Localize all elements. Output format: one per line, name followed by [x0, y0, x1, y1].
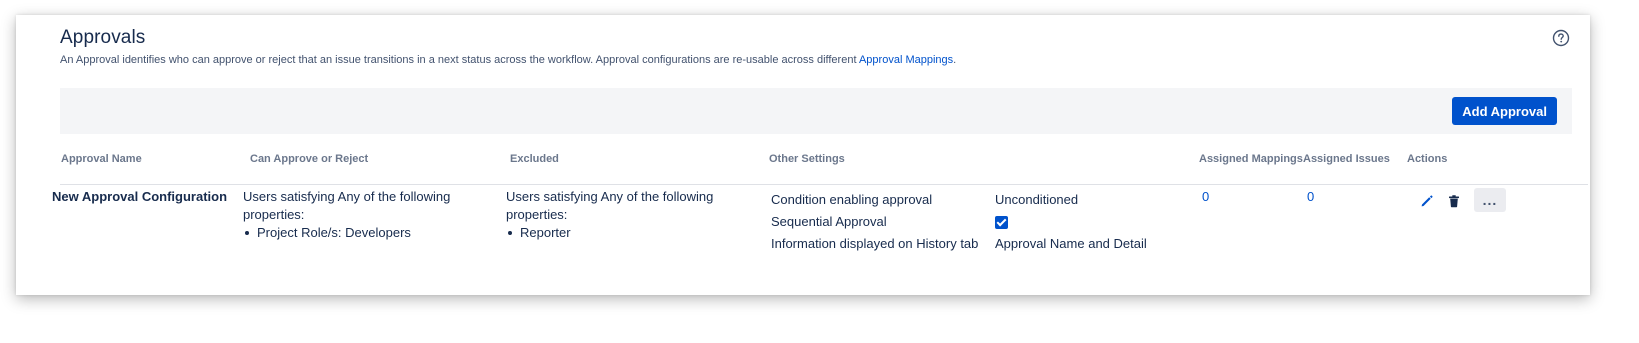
settings-row: Information displayed on History tab App… [771, 233, 1147, 255]
column-header-assigned-issues: Assigned Issues [1303, 153, 1390, 165]
list-item: Reporter [506, 224, 736, 242]
sequential-approval-checkbox[interactable] [995, 215, 1008, 229]
assigned-mappings-link[interactable]: 0 [1202, 188, 1209, 206]
description-end: . [953, 54, 957, 66]
column-header-other-settings: Other Settings [769, 153, 845, 165]
header-divider [60, 184, 1588, 185]
assigned-issues-link[interactable]: 0 [1307, 188, 1314, 206]
more-horizontal-icon[interactable]: ... [1474, 188, 1506, 212]
settings-row: Sequential Approval [771, 211, 1147, 233]
approvals-panel: Approvals An Approval identifies who can… [16, 15, 1590, 295]
trash-icon[interactable] [1446, 193, 1462, 209]
can-approve-intro: Users satisfying Any of the following pr… [243, 189, 451, 222]
table-toolbar: Add Approval [60, 88, 1572, 134]
can-approve-list: Project Role/s: Developers [243, 224, 473, 242]
pencil-icon[interactable] [1419, 193, 1435, 209]
column-header-actions: Actions [1407, 153, 1448, 165]
list-item: Project Role/s: Developers [243, 224, 473, 242]
column-header-can-approve: Can Approve or Reject [250, 153, 369, 165]
can-approve-cell: Users satisfying Any of the following pr… [243, 188, 473, 242]
help-circle-icon[interactable] [1552, 29, 1570, 47]
other-settings-cell: Condition enabling approval Unconditione… [771, 189, 1147, 255]
setting-value: Approval Name and Detail [995, 236, 1147, 251]
page-description: An Approval identifies who can approve o… [60, 54, 956, 66]
approval-name: New Approval Configuration [52, 189, 228, 204]
excluded-intro: Users satisfying Any of the following pr… [506, 189, 714, 222]
description-text: An Approval identifies who can approve o… [60, 54, 859, 66]
setting-value: Unconditioned [995, 192, 1079, 207]
excluded-list: Reporter [506, 224, 736, 242]
excluded-cell: Users satisfying Any of the following pr… [506, 188, 736, 242]
column-header-assigned-mappings: Assigned Mappings [1199, 153, 1303, 165]
settings-row: Condition enabling approval Unconditione… [771, 189, 1147, 211]
page-title: Approvals [60, 27, 146, 48]
column-header-approval-name: Approval Name [61, 153, 142, 165]
setting-key: Information displayed on History tab [771, 236, 979, 251]
add-approval-button[interactable]: Add Approval [1452, 97, 1557, 125]
approval-mappings-link[interactable]: Approval Mappings [859, 54, 953, 66]
setting-key: Sequential Approval [771, 214, 887, 229]
column-header-excluded: Excluded [510, 153, 559, 165]
setting-key: Condition enabling approval [771, 192, 933, 207]
